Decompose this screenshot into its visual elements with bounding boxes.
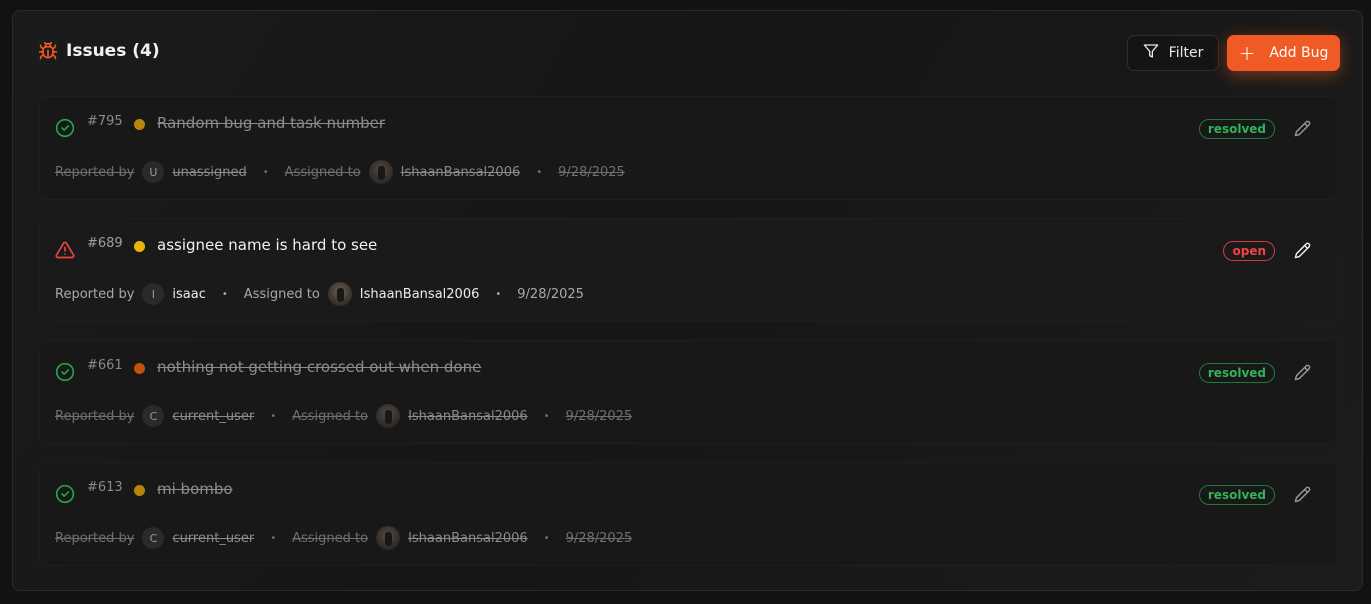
issue-meta: Reported by C current_user • Assigned to… [55,526,632,550]
reported-by-label: Reported by [55,286,135,302]
issue-date: 9/28/2025 [558,164,625,180]
assigned-to-label: Assigned to [292,408,369,424]
separator: • [270,410,277,422]
reporter-avatar: I [142,283,165,305]
priority-dot [134,485,145,496]
filter-icon [1143,43,1159,63]
issue-title[interactable]: mi bombo [157,480,233,498]
separator: • [543,532,550,544]
assigned-to-label: Assigned to [284,164,361,180]
reported-by-label: Reported by [55,164,135,180]
assignee-avatar [376,404,401,428]
edit-pencil-icon[interactable] [1294,242,1311,263]
issue-date: 9/28/2025 [517,286,584,302]
reporter-name: isaac [172,286,206,302]
issues-title: Issues (4) [66,41,160,61]
separator: • [221,288,228,300]
assignee-name: IshaanBansal2006 [408,408,528,424]
page-title: Issues (4) [38,41,160,61]
issue-title[interactable]: Random bug and task number [157,114,385,132]
reporter-name: unassigned [172,164,247,180]
issue-date: 9/28/2025 [565,530,633,546]
issue-card[interactable]: #613 mi bombo resolved Reported by C cur… [39,462,1338,566]
separator: • [270,532,277,544]
priority-dot [134,241,145,252]
issue-number: #661 [87,358,123,373]
add-bug-button[interactable]: + Add Bug [1227,35,1340,71]
reported-by-label: Reported by [55,408,135,424]
issue-meta: Reported by C current_user • Assigned to… [55,404,632,428]
check-circle-icon [55,118,75,142]
reporter-name: current_user [172,408,255,424]
assigned-to-label: Assigned to [243,286,320,302]
issue-meta: Reported by U unassigned • Assigned to I… [55,160,625,184]
edit-pencil-icon[interactable] [1294,120,1311,141]
issue-number: #795 [87,114,123,129]
assignee-avatar [327,282,352,306]
issue-number: #613 [87,480,123,495]
reporter-avatar: U [142,161,165,183]
assignee-name: IshaanBansal2006 [359,286,480,302]
warning-triangle-icon [55,240,75,264]
priority-dot [134,363,145,374]
check-circle-icon [55,362,75,386]
separator: • [495,288,502,300]
assignee-avatar [376,526,401,550]
reporter-name: current_user [172,530,255,546]
filter-button[interactable]: Filter [1127,35,1219,71]
issue-card[interactable]: #689 assignee name is hard to see open R… [39,218,1338,322]
issue-card[interactable]: #795 Random bug and task number resolved… [39,96,1338,200]
issue-number: #689 [87,236,123,251]
check-circle-icon [55,484,75,508]
status-badge: open [1223,241,1275,261]
plus-icon: + [1238,41,1256,65]
assignee-avatar [368,160,393,184]
separator: • [536,166,543,178]
reporter-avatar: C [142,527,165,549]
separator: • [543,410,550,422]
status-badge: resolved [1198,363,1275,383]
separator: • [262,166,269,178]
edit-pencil-icon[interactable] [1294,486,1311,507]
status-badge: resolved [1198,485,1275,505]
reporter-avatar: C [142,405,165,427]
issue-title[interactable]: assignee name is hard to see [157,236,377,254]
issue-meta: Reported by I isaac • Assigned to Ishaan… [55,282,584,306]
status-badge: resolved [1198,119,1275,139]
issue-title[interactable]: nothing not getting crossed out when don… [157,358,481,376]
add-bug-label: Add Bug [1269,45,1329,61]
priority-dot [134,119,145,130]
assigned-to-label: Assigned to [292,530,369,546]
assignee-name: IshaanBansal2006 [400,164,521,180]
bug-icon [38,41,58,61]
issue-date: 9/28/2025 [565,408,633,424]
issue-card[interactable]: #661 nothing not getting crossed out whe… [39,340,1338,444]
issues-panel: Issues (4) Filter + Add Bug #795 Random … [12,10,1363,591]
reported-by-label: Reported by [55,530,135,546]
assignee-name: IshaanBansal2006 [408,530,528,546]
filter-label: Filter [1168,45,1204,61]
edit-pencil-icon[interactable] [1294,364,1311,385]
